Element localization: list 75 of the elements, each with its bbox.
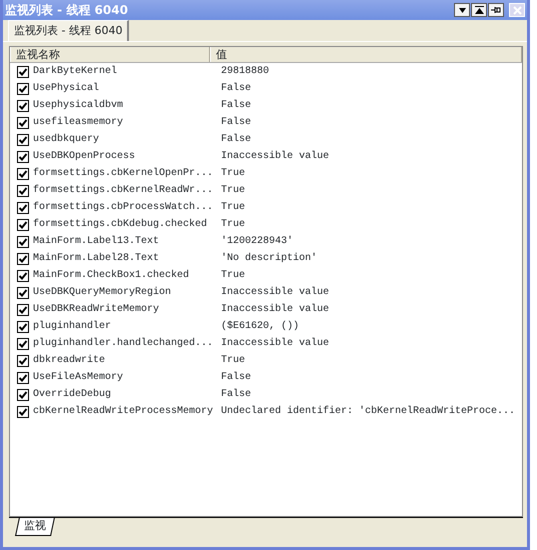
watch-value: True [221, 354, 246, 368]
checkbox[interactable] [17, 184, 29, 196]
watch-value: True [221, 218, 246, 232]
checkbox[interactable] [17, 304, 29, 316]
checkbox[interactable] [17, 270, 29, 282]
checkbox[interactable] [17, 168, 29, 180]
checkbox[interactable] [17, 134, 29, 146]
watch-value: False [221, 98, 252, 113]
watch-name: UsePhysical [33, 82, 100, 96]
watch-value: True [221, 269, 246, 283]
close-icon [512, 6, 522, 14]
watch-name: UseDBKQueryMemoryRegion [33, 286, 172, 300]
watch-name: UseDBKReadWriteMemory [33, 302, 160, 317]
watch-value: ($E61620, ()) [221, 320, 300, 334]
watch-name: formsettings.cbKernelOpenPr... [33, 166, 214, 181]
watch-value: False [221, 132, 252, 147]
watch-name: UseDBKOpenProcess [33, 150, 136, 164]
watch-value: Inaccessible value [221, 336, 330, 351]
watch-name: MainForm.Label13.Text [33, 234, 160, 249]
watch-name: Usephysicaldbvm [33, 98, 124, 113]
watch-name: UseFileAsMemory [33, 370, 124, 385]
watch-name: MainForm.Label28.Text [33, 252, 160, 266]
column-header[interactable]: 监视名称 [10, 47, 210, 62]
checkbox[interactable] [17, 406, 29, 418]
maximize-button[interactable] [471, 3, 487, 17]
tab[interactable]: 监视列表 - 线程 6040 [8, 20, 130, 41]
window-title: 监视列表 - 线程 6040 [5, 2, 129, 19]
watch-name: usedbkquery [33, 132, 100, 147]
pin-icon [491, 6, 501, 14]
watch-value: 29818880 [221, 65, 270, 79]
watch-value: Inaccessible value [221, 150, 330, 164]
checkbox[interactable] [17, 236, 29, 248]
watch-value: False [221, 370, 252, 385]
checkbox[interactable] [17, 100, 29, 112]
checkbox[interactable] [17, 338, 29, 350]
watch-value: '1200228943' [221, 234, 294, 249]
watch-name: cbKernelReadWriteProcessMemory [33, 404, 214, 419]
watch-value: Undeclared identifier: 'cbKernelReadWriteProce... [221, 404, 516, 419]
watch-value: Inaccessible value [221, 302, 330, 317]
pin-button[interactable] [488, 3, 504, 17]
caret-icon [458, 8, 466, 12]
checkbox[interactable] [17, 286, 29, 298]
checkbox[interactable] [17, 150, 29, 162]
watch-name: formsettings.cbProcessWatch... [33, 200, 214, 215]
checkbox[interactable] [17, 66, 29, 78]
checkbox[interactable] [17, 354, 29, 366]
tab[interactable]: 监视 [15, 518, 55, 536]
checkbox[interactable] [17, 218, 29, 230]
dropdown-button[interactable] [454, 3, 470, 17]
checkbox[interactable] [17, 388, 29, 400]
checkbox[interactable] [17, 202, 29, 214]
checkbox[interactable] [17, 116, 29, 128]
watch-value: False [221, 388, 252, 402]
up-arrow-icon [474, 6, 484, 14]
watch-name: pluginhandler.handlechanged... [33, 336, 214, 351]
checkbox[interactable] [17, 252, 29, 264]
watch-value: True [221, 184, 246, 198]
watch-value: Inaccessible value [221, 286, 330, 300]
watch-value: 'No description' [221, 252, 318, 266]
watch-value: False [221, 116, 252, 130]
watch-value: True [221, 167, 246, 181]
checkbox[interactable] [17, 320, 29, 332]
checkbox[interactable] [17, 82, 29, 94]
watch-name: MainForm.CheckBox1.checked [33, 268, 190, 283]
watch-value: True [221, 201, 246, 215]
watch-value: False [221, 82, 252, 96]
watch-name: dbkreadwrite [33, 354, 106, 368]
column-header[interactable]: 值 [210, 47, 522, 62]
watch-name: formsettings.cbKernelReadWr... [33, 184, 214, 198]
watch-name: OverrideDebug [33, 388, 112, 402]
watch-name: formsettings.cbKdebug.checked [33, 218, 208, 232]
watch-name: usefileasmemory [33, 116, 124, 130]
watch-name: pluginhandler [33, 320, 112, 334]
watch-name: DarkByteKernel [33, 64, 118, 79]
checkbox[interactable] [17, 372, 29, 384]
